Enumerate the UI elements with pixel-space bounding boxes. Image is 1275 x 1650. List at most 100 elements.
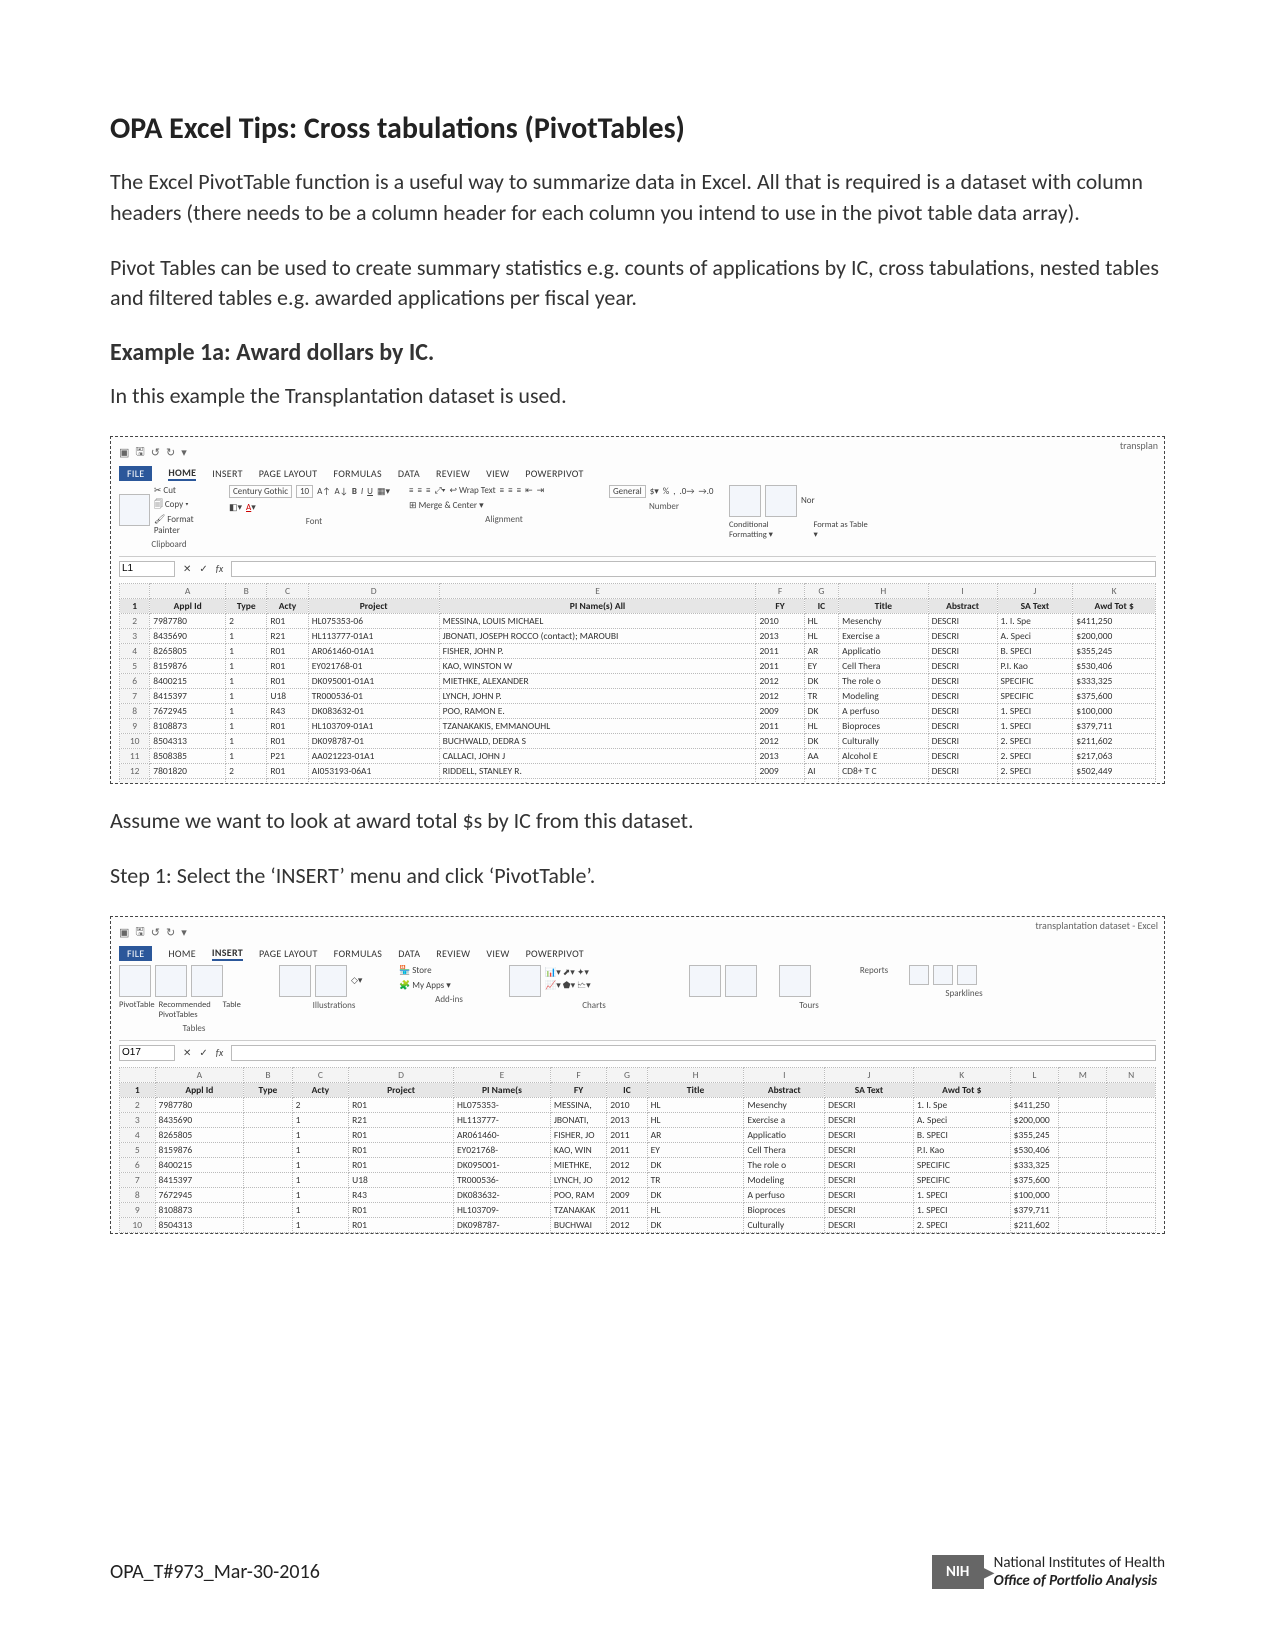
- cell[interactable]: SPECIFIC: [997, 673, 1073, 688]
- quick-access-toolbar[interactable]: ▣ 🖫 ↺ ↻ ▾: [119, 443, 1156, 462]
- cell[interactable]: DESCRI: [825, 1187, 914, 1202]
- cell[interactable]: 2012: [756, 673, 804, 688]
- cell[interactable]: [454, 1232, 551, 1234]
- align-top-icon[interactable]: ≡: [409, 485, 413, 496]
- align-bot-icon[interactable]: ≡: [426, 485, 430, 496]
- enter-entry-icon[interactable]: ✓: [199, 562, 207, 575]
- cell[interactable]: 1: [226, 733, 267, 748]
- cell[interactable]: $379,711: [1010, 1202, 1058, 1217]
- cell[interactable]: Culturally: [839, 733, 929, 748]
- cell[interactable]: 2. SPECI: [997, 748, 1073, 763]
- cancel-entry-icon[interactable]: ✕: [183, 1046, 191, 1059]
- formula-bar-2[interactable]: [231, 1045, 1156, 1061]
- cell[interactable]: R01: [267, 733, 308, 748]
- cell[interactable]: R01: [267, 673, 308, 688]
- field-header[interactable]: Project: [349, 1082, 454, 1097]
- cell[interactable]: 7987780: [150, 613, 226, 628]
- row-number[interactable]: 12: [120, 763, 150, 778]
- wrap-text-button[interactable]: ↩ Wrap Text: [449, 485, 495, 496]
- cell[interactable]: [244, 1217, 292, 1232]
- cell[interactable]: 2009: [607, 1187, 647, 1202]
- table-row[interactable]: 981088731R01HL103709-TZANAKAK2011HLBiopr…: [120, 1202, 1156, 1217]
- row-number[interactable]: 9: [120, 1202, 156, 1217]
- cut-button[interactable]: ✂ Cut: [154, 485, 219, 496]
- cell[interactable]: DESCRI: [825, 1202, 914, 1217]
- cell[interactable]: Cell Thera: [839, 658, 929, 673]
- row-number[interactable]: 5: [120, 658, 150, 673]
- cell[interactable]: 7801820: [150, 763, 226, 778]
- field-header[interactable]: [1059, 1082, 1107, 1097]
- field-header[interactable]: FY: [756, 598, 804, 613]
- dec-decimal-icon[interactable]: →.0: [698, 486, 713, 497]
- cell[interactable]: DESCRI: [928, 763, 997, 778]
- store-button[interactable]: 🏪 Store: [399, 965, 432, 976]
- cell[interactable]: DESCRI: [928, 658, 997, 673]
- cell[interactable]: R01: [349, 1157, 454, 1172]
- cell[interactable]: [1107, 1127, 1156, 1142]
- cell[interactable]: DK: [804, 703, 838, 718]
- align-left-icon[interactable]: ≡: [500, 485, 504, 496]
- cell[interactable]: [1107, 1112, 1156, 1127]
- ribbon-tab-formulas[interactable]: FORMULAS: [334, 947, 383, 960]
- cell[interactable]: 2009: [756, 778, 804, 784]
- cell[interactable]: LYNCH, JOHN P.: [439, 688, 756, 703]
- table-row[interactable]: 684002151R01DK095001-MIETHKE,2012DKThe r…: [120, 1157, 1156, 1172]
- cell[interactable]: HL: [647, 1097, 744, 1112]
- column-header[interactable]: C: [292, 1067, 348, 1082]
- grow-font-icon[interactable]: A↑: [317, 486, 330, 497]
- cell[interactable]: TZANAKAKIS, EMMANOUHL: [439, 718, 756, 733]
- row-number[interactable]: 10: [120, 733, 150, 748]
- table-row[interactable]: 1085043131R01DK098787-01BUCHWALD, DEDRA …: [120, 733, 1156, 748]
- cell[interactable]: KAO, WIN: [550, 1142, 606, 1157]
- percent-icon[interactable]: %: [663, 486, 669, 497]
- pictures-button[interactable]: [279, 965, 311, 997]
- field-header[interactable]: IC: [804, 598, 838, 613]
- redo-icon[interactable]: ↻: [166, 446, 175, 459]
- column-header[interactable]: E: [439, 583, 756, 598]
- cell[interactable]: Applicatio: [839, 643, 929, 658]
- font-color-icon[interactable]: A▾: [246, 502, 256, 513]
- row-number[interactable]: 8: [120, 703, 150, 718]
- column-header[interactable]: E: [454, 1067, 551, 1082]
- column-header[interactable]: J: [825, 1067, 914, 1082]
- cell[interactable]: 8435690: [155, 1112, 244, 1127]
- cell[interactable]: AR061460-01A1: [308, 643, 439, 658]
- cell[interactable]: 2013: [756, 748, 804, 763]
- cell[interactable]: SPECIFIC: [913, 1157, 1010, 1172]
- table-row[interactable]: 1085043131R01DK098787-BUCHWAI2012DKCultu…: [120, 1217, 1156, 1232]
- cell[interactable]: [1059, 1232, 1107, 1234]
- cell[interactable]: 1. I. Spe: [913, 1097, 1010, 1112]
- cell[interactable]: 1: [292, 1112, 348, 1127]
- cell[interactable]: Culturally: [744, 1217, 825, 1232]
- fx-icon[interactable]: fx: [216, 562, 223, 575]
- cell[interactable]: [349, 1232, 454, 1234]
- cell[interactable]: [244, 1202, 292, 1217]
- cell[interactable]: TZANAKAK: [550, 1202, 606, 1217]
- ribbon-tab-pagelayout[interactable]: PAGE LAYOUT: [259, 467, 318, 480]
- cell[interactable]: [1059, 1157, 1107, 1172]
- cell[interactable]: [1059, 1172, 1107, 1187]
- field-header[interactable]: Appl Id: [155, 1082, 244, 1097]
- cell[interactable]: [913, 1232, 1010, 1234]
- cell[interactable]: 2012: [607, 1217, 647, 1232]
- cell[interactable]: 8400215: [150, 673, 226, 688]
- indent-inc-icon[interactable]: ⇥: [537, 485, 545, 496]
- cell[interactable]: KAO, WINSTON W: [439, 658, 756, 673]
- cell[interactable]: R01: [349, 1217, 454, 1232]
- online-pictures-button[interactable]: [315, 965, 347, 997]
- cell[interactable]: RIDDELL, STANLEY R.: [439, 763, 756, 778]
- cell[interactable]: POO, RAMON E.: [439, 703, 756, 718]
- cell[interactable]: R01: [349, 1097, 454, 1112]
- cell[interactable]: DESCRI: [825, 1112, 914, 1127]
- column-header[interactable]: F: [550, 1067, 606, 1082]
- cell[interactable]: 2012: [607, 1172, 647, 1187]
- cell[interactable]: [1107, 1202, 1156, 1217]
- cell[interactable]: POO, RAM: [550, 1187, 606, 1202]
- cell[interactable]: 2010: [756, 613, 804, 628]
- row-number[interactable]: 13: [120, 778, 150, 784]
- cell[interactable]: $217,063: [1073, 748, 1156, 763]
- cell[interactable]: 1: [226, 628, 267, 643]
- cell[interactable]: A perfuso: [744, 1187, 825, 1202]
- table-row[interactable]: 784153971U18TR000536-LYNCH, JO2012TRMode…: [120, 1172, 1156, 1187]
- cell[interactable]: EY: [647, 1142, 744, 1157]
